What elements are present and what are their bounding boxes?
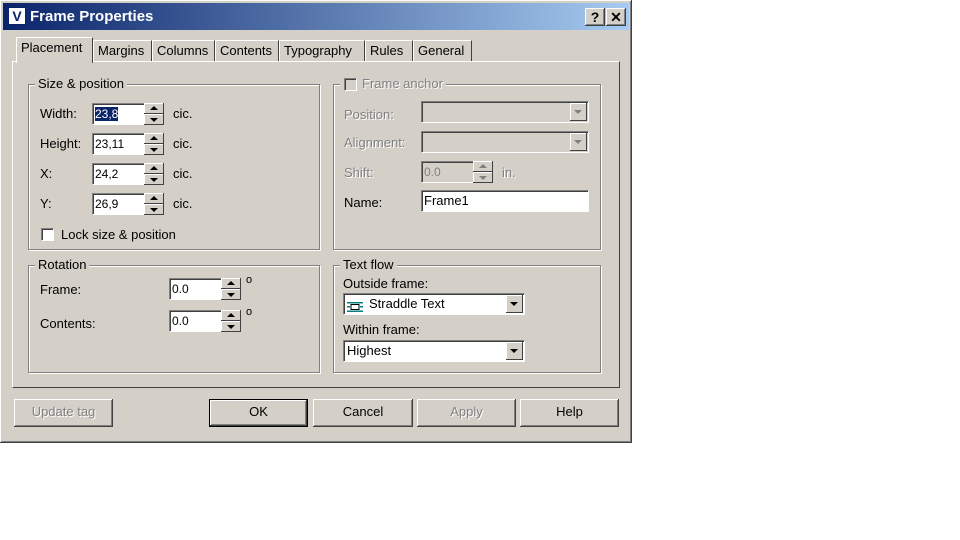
rotation-contents-degree: o (246, 306, 253, 318)
rotation-contents-field[interactable]: 0.0 (169, 310, 221, 332)
y-field[interactable]: 26,9 (92, 193, 144, 215)
name-field[interactable]: Frame1 (421, 190, 589, 212)
width-value: 23,8 (95, 107, 119, 121)
rotation-legend: Rotation (35, 257, 90, 272)
shift-field[interactable]: 0.0 (421, 161, 473, 183)
rotation-frame-value: 0.0 (172, 282, 189, 296)
tab-rules[interactable]: Rules (365, 40, 413, 61)
x-field[interactable]: 24,2 (92, 163, 144, 185)
x-down-icon[interactable] (144, 174, 164, 185)
cancel-button[interactable]: Cancel (313, 399, 413, 427)
rotation-frame-up-icon[interactable] (221, 278, 241, 289)
outside-frame-label: Outside frame: (343, 276, 429, 291)
apply-button[interactable]: Apply (417, 399, 516, 427)
text-flow-legend: Text flow (340, 257, 397, 272)
shift-up-icon[interactable] (473, 161, 493, 172)
tab-placement[interactable]: Placement (16, 37, 93, 63)
y-unit: cic. (173, 196, 193, 211)
tab-general[interactable]: General (413, 40, 472, 61)
rotation-frame-stepper[interactable] (221, 278, 241, 300)
height-label: Height: (40, 136, 82, 151)
shift-stepper[interactable] (473, 161, 493, 183)
x-label: X: (40, 166, 53, 181)
outside-frame-value: Straddle Text (369, 296, 445, 311)
width-down-icon[interactable] (144, 114, 164, 125)
within-frame-chevron-down-icon[interactable] (506, 342, 523, 360)
x-value: 24,2 (95, 167, 119, 181)
y-label: Y: (40, 196, 52, 211)
height-down-icon[interactable] (144, 144, 164, 155)
y-up-icon[interactable] (144, 193, 164, 204)
rotation-frame-degree: o (246, 274, 253, 286)
shift-value: 0.0 (424, 165, 441, 179)
rotation-contents-value: 0.0 (172, 314, 189, 328)
rotation-frame-label: Frame: (40, 282, 82, 297)
height-unit: cic. (173, 136, 193, 151)
lock-size-position-label: Lock size & position (61, 227, 176, 242)
height-value: 23,11 (95, 137, 125, 151)
title-bar[interactable]: V Frame Properties ? ✕ (3, 3, 629, 30)
shift-label: Shift: (344, 165, 374, 180)
y-stepper[interactable] (144, 193, 164, 215)
rotation-frame-down-icon[interactable] (221, 289, 241, 300)
close-icon[interactable]: ✕ (606, 8, 626, 26)
x-up-icon[interactable] (144, 163, 164, 174)
within-frame-value: Highest (347, 343, 392, 358)
frame-anchor-checkbox[interactable] (344, 78, 357, 91)
tab-contents[interactable]: Contents (215, 40, 279, 61)
window-title: Frame Properties (30, 8, 154, 25)
rotation-contents-label: Contents: (40, 316, 96, 331)
tab-columns[interactable]: Columns (152, 40, 215, 61)
width-label: Width: (40, 106, 77, 121)
rotation-frame-field[interactable]: 0.0 (169, 278, 221, 300)
outside-frame-dropdown[interactable]: Straddle Text (343, 293, 525, 315)
rotation-contents-stepper[interactable] (221, 310, 241, 332)
shift-down-icon[interactable] (473, 172, 493, 183)
rotation-contents-down-icon[interactable] (221, 321, 241, 332)
tab-margins[interactable]: Margins (93, 40, 152, 61)
height-field[interactable]: 23,11 (92, 133, 144, 155)
position-dropdown[interactable] (421, 101, 589, 123)
tab-typography[interactable]: Typography (279, 40, 365, 61)
width-stepper[interactable] (144, 103, 164, 125)
update-tag-button[interactable]: Update tag (14, 399, 113, 427)
y-down-icon[interactable] (144, 204, 164, 215)
alignment-label: Alignment: (344, 135, 406, 150)
alignment-chevron-down-icon[interactable] (570, 133, 587, 151)
help-icon[interactable]: ? (585, 8, 605, 26)
y-value: 26,9 (95, 197, 119, 211)
shift-unit: in. (502, 165, 516, 180)
alignment-dropdown[interactable] (421, 131, 589, 153)
width-up-icon[interactable] (144, 103, 164, 114)
width-unit: cic. (173, 106, 193, 121)
rotation-contents-up-icon[interactable] (221, 310, 241, 321)
height-stepper[interactable] (144, 133, 164, 155)
app-logo-icon: V (8, 7, 26, 25)
width-field[interactable]: 23,8 (92, 103, 144, 125)
outside-frame-chevron-down-icon[interactable] (506, 295, 523, 313)
straddle-text-icon (347, 299, 363, 312)
lock-size-position-checkbox[interactable] (41, 228, 54, 241)
help-button[interactable]: Help (520, 399, 619, 427)
frame-properties-dialog: V Frame Properties ? ✕ Placement Margins… (0, 0, 632, 443)
position-chevron-down-icon[interactable] (570, 103, 587, 121)
height-up-icon[interactable] (144, 133, 164, 144)
position-label: Position: (344, 107, 394, 122)
x-unit: cic. (173, 166, 193, 181)
ok-button[interactable]: OK (209, 399, 308, 427)
name-label: Name: (344, 195, 383, 210)
within-frame-dropdown[interactable]: Highest (343, 340, 525, 362)
within-frame-label: Within frame: (343, 322, 420, 337)
size-position-legend: Size & position (35, 76, 127, 91)
x-stepper[interactable] (144, 163, 164, 185)
